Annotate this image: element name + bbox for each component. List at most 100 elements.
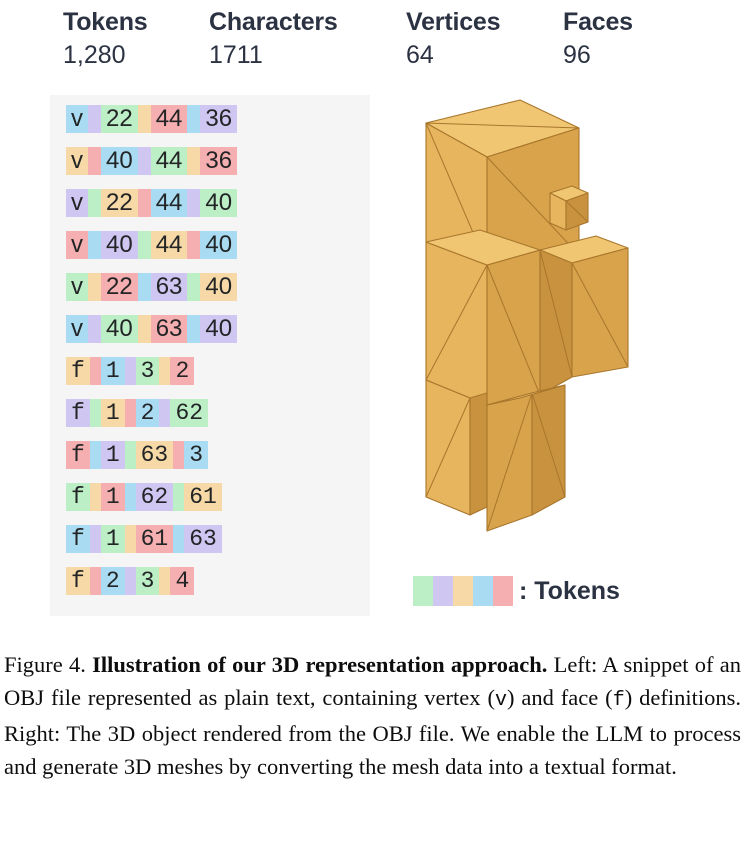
stats-row: Tokens 1,280 Characters 1711 Vertices 64… [0, 0, 745, 88]
obj-token-space [187, 273, 201, 301]
token-legend: : Tokens [413, 576, 620, 606]
obj-token-space [124, 399, 136, 427]
obj-token: 36 [200, 105, 238, 133]
obj-line-list: v 22 44 36 v 40 44 36 v 22 44 40 v 40 44 40 v 22 63 40 v 40 63… [66, 105, 238, 609]
obj-token-space [88, 273, 101, 301]
obj-token: 40 [200, 273, 238, 301]
obj-line: v 40 63 40 [66, 315, 238, 343]
obj-token-space [89, 399, 101, 427]
mesh-face [531, 384, 566, 516]
mesh-face [539, 249, 573, 396]
obj-token-space [159, 357, 171, 385]
obj-token: 40 [101, 147, 138, 175]
obj-token-space [137, 189, 151, 217]
obj-token-space [187, 189, 201, 217]
obj-line: f 1 63 3 [66, 441, 237, 469]
obj-token-space [124, 483, 136, 511]
obj-snippet-panel: v 22 44 36 v 40 44 36 v 22 44 40 v 40 44 40 v 22 63 40 v 40 63… [50, 95, 370, 616]
stat-label-vertices: Vertices [406, 8, 501, 36]
obj-token-space [159, 399, 171, 427]
obj-token: 3 [184, 441, 209, 469]
obj-token: 2 [100, 567, 125, 595]
obj-token: 63 [184, 525, 222, 553]
stat-column-characters: Characters 1711 [209, 6, 338, 72]
obj-token: 1 [100, 483, 125, 511]
obj-line: v 22 63 40 [66, 273, 238, 301]
obj-token-space [89, 567, 101, 595]
figure-caption: Figure 4. Illustration of our 3D represe… [4, 648, 741, 783]
obj-token-space [88, 147, 101, 175]
legend-label: : Tokens [519, 577, 620, 605]
obj-token-space [124, 525, 136, 553]
obj-token-space [88, 231, 101, 259]
stat-value-tokens: 1,280 [63, 41, 126, 69]
obj-token: v [66, 231, 88, 259]
obj-line: v 22 44 40 [66, 189, 238, 217]
obj-line: f 1 62 61 [66, 483, 237, 511]
obj-token-space [187, 147, 201, 175]
stat-column-faces: Faces 96 [563, 6, 633, 72]
obj-token-space [124, 567, 136, 595]
obj-token: 44 [150, 231, 188, 259]
stat-value-faces: 96 [563, 41, 591, 69]
obj-token: 63 [150, 315, 188, 343]
legend-swatch-group [413, 576, 513, 606]
obj-token: 40 [200, 231, 238, 259]
obj-token: 2 [170, 357, 195, 385]
legend-swatch [473, 576, 493, 606]
obj-token-space [137, 147, 151, 175]
obj-token: 22 [101, 273, 138, 301]
obj-token: 4 [170, 567, 195, 595]
obj-line: f 1 61 63 [66, 525, 237, 553]
obj-token-space [137, 231, 151, 259]
mesh-render-area [380, 95, 740, 575]
legend-swatch [433, 576, 453, 606]
stat-label-characters: Characters [209, 8, 338, 36]
obj-line: f132 [66, 357, 237, 385]
obj-token: 1 [100, 399, 125, 427]
obj-token-space [187, 315, 201, 343]
obj-token: f [66, 525, 90, 553]
obj-token: 40 [200, 315, 238, 343]
obj-token-space [187, 231, 201, 259]
obj-token: v [66, 315, 88, 343]
obj-token: 22 [101, 105, 138, 133]
obj-token: v [66, 147, 88, 175]
stat-value-vertices: 64 [406, 41, 434, 69]
obj-token: 40 [200, 189, 238, 217]
obj-token: 44 [150, 189, 188, 217]
stat-label-tokens: Tokens [63, 8, 148, 36]
caption-mono-f: f [612, 689, 625, 712]
legend-swatch [453, 576, 473, 606]
obj-token: 3 [135, 357, 160, 385]
obj-token: 61 [135, 525, 174, 553]
obj-token: f [66, 357, 90, 385]
obj-token: f [66, 399, 90, 427]
mesh-face [486, 249, 541, 406]
obj-token: 40 [101, 315, 138, 343]
obj-token-space [124, 441, 136, 469]
obj-token-space [89, 483, 101, 511]
obj-token: 36 [200, 147, 238, 175]
obj-token: f [66, 441, 90, 469]
caption-figure-number: Figure 4. [4, 652, 86, 677]
obj-token-space [88, 105, 101, 133]
obj-token: v [66, 189, 88, 217]
obj-token-space [173, 483, 185, 511]
obj-line: v 40 44 40 [66, 231, 238, 259]
obj-line: f 1 2 62 [66, 399, 237, 427]
obj-token-space [137, 105, 151, 133]
obj-token: 61 [184, 483, 222, 511]
stat-label-faces: Faces [563, 8, 633, 36]
obj-token-space [89, 525, 101, 553]
stat-column-tokens: Tokens 1,280 [63, 6, 148, 72]
obj-token-space [137, 273, 151, 301]
obj-token: v [66, 273, 88, 301]
legend-swatch [413, 576, 433, 606]
obj-line: v 40 44 36 [66, 147, 238, 175]
obj-token-space [159, 567, 171, 595]
obj-token: 62 [135, 483, 174, 511]
obj-token: 1 [100, 525, 125, 553]
obj-line: f234 [66, 567, 237, 595]
obj-token: 40 [101, 231, 138, 259]
